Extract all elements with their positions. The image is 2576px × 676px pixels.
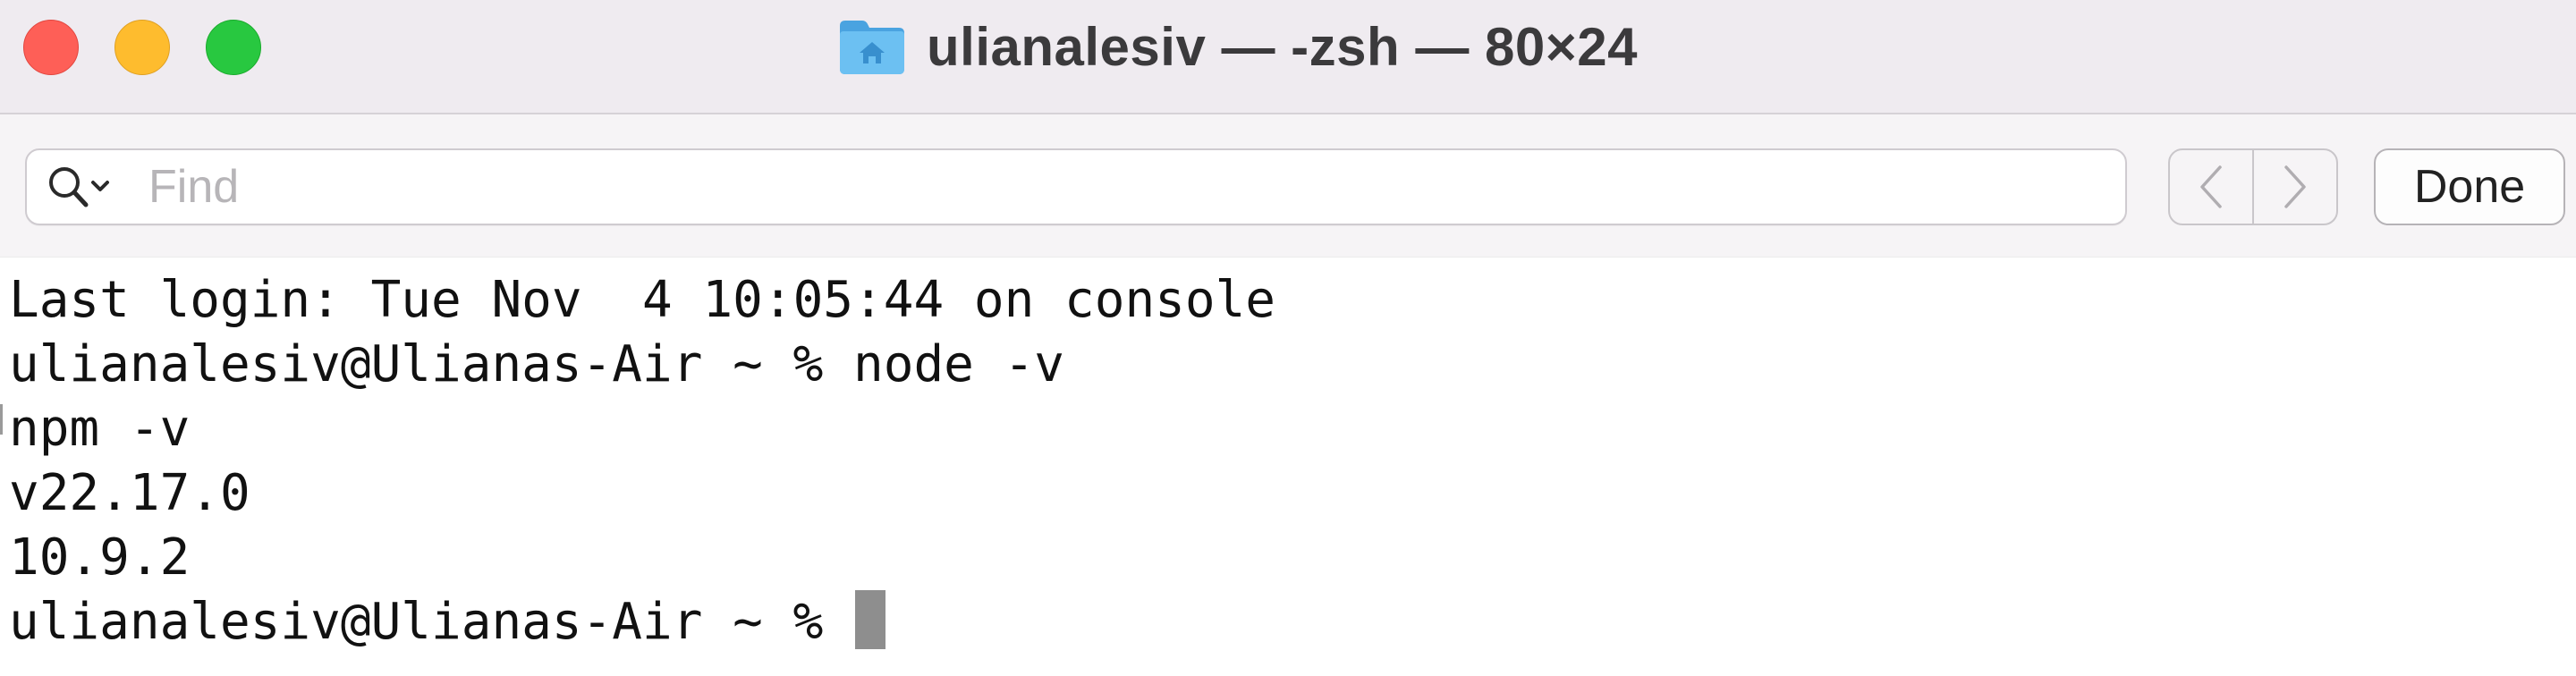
find-next-button[interactable] bbox=[2252, 150, 2336, 224]
home-folder-icon bbox=[837, 15, 907, 78]
window-edge-marker bbox=[0, 404, 3, 435]
terminal-line: Last login: Tue Nov 4 10:05:44 on consol… bbox=[9, 271, 1276, 329]
window-title-group: ulianalesiv — -zsh — 80×24 bbox=[837, 13, 1638, 80]
terminal-window: ulianalesiv — -zsh — 80×24 Find Done Las… bbox=[0, 0, 2576, 676]
chevron-right-icon bbox=[2284, 165, 2306, 208]
zoom-window-button[interactable] bbox=[206, 20, 261, 75]
text-cursor bbox=[855, 590, 886, 649]
find-navigation bbox=[2168, 148, 2338, 225]
terminal-line: npm -v bbox=[9, 400, 191, 458]
find-bar: Done bbox=[0, 114, 2576, 258]
chevron-left-icon bbox=[2200, 165, 2222, 208]
close-window-button[interactable] bbox=[23, 20, 79, 75]
done-button[interactable]: Done bbox=[2374, 148, 2565, 225]
terminal-line: v22.17.0 bbox=[9, 464, 250, 522]
find-input[interactable] bbox=[148, 157, 2098, 216]
terminal-line: ulianalesiv@Ulianas-Air ~ % node -v bbox=[9, 335, 1065, 393]
find-previous-button[interactable] bbox=[2170, 150, 2252, 224]
prompt-text: ulianalesiv@Ulianas-Air ~ % bbox=[9, 593, 854, 651]
terminal-line: 10.9.2 bbox=[9, 528, 191, 587]
window-title: ulianalesiv — -zsh — 80×24 bbox=[927, 16, 1639, 77]
terminal-prompt-line: ulianalesiv@Ulianas-Air ~ % bbox=[9, 590, 886, 655]
terminal-output[interactable]: Last login: Tue Nov 4 10:05:44 on consol… bbox=[0, 258, 2576, 676]
title-bar[interactable]: ulianalesiv — -zsh — 80×24 bbox=[0, 0, 2576, 114]
search-icon[interactable] bbox=[47, 165, 116, 211]
find-field[interactable] bbox=[25, 148, 2127, 225]
minimize-window-button[interactable] bbox=[114, 20, 170, 75]
